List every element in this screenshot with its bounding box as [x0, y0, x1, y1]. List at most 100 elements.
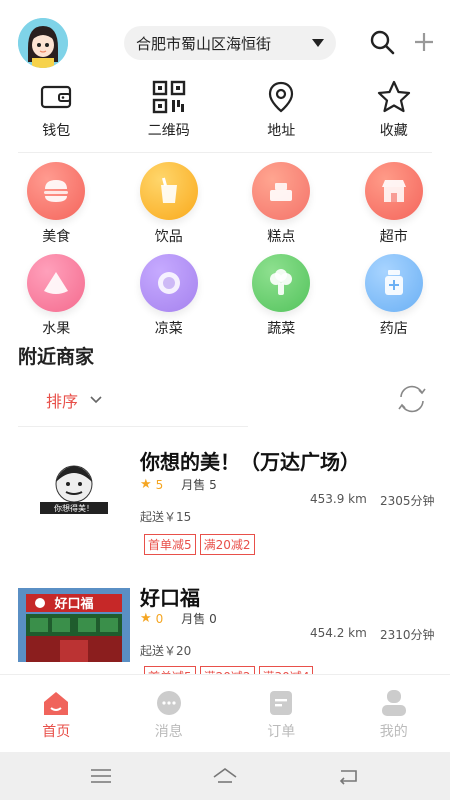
divider [18, 426, 248, 427]
wallet-icon [41, 85, 72, 109]
shop-distance: 454.2 km [310, 626, 367, 640]
quick-label: 收藏 [379, 123, 408, 139]
shop-delivery-time: 2310分钟 [380, 628, 435, 642]
tab-home[interactable]: 首页 [0, 675, 113, 752]
quick-address[interactable]: 地址 [225, 80, 338, 146]
profile-icon [381, 690, 406, 716]
burger-icon [27, 162, 86, 220]
category-label: 超市 [379, 229, 408, 245]
quick-label: 钱包 [42, 123, 71, 139]
store-icon [364, 162, 423, 220]
promo-tag: 首单减5 [144, 534, 196, 555]
category-drinks[interactable]: 饮品 [113, 162, 226, 246]
tab-label: 消息 [154, 724, 183, 740]
header: 合肥市蜀山区海恒街 [0, 0, 450, 80]
category-row: 美食 饮品 糕点 超市 [0, 162, 450, 246]
medicine-icon [364, 254, 423, 312]
shop-rating: 5 [155, 477, 164, 492]
tab-orders[interactable]: 订单 [225, 675, 338, 752]
message-icon [156, 691, 181, 715]
drink-icon [139, 162, 198, 220]
quick-favorites[interactable]: 收藏 [338, 80, 450, 146]
shop-tags: 首单减5 满20减2 满30减4 [144, 666, 317, 674]
shop-meta: ★ 0 月售 0 [140, 610, 217, 627]
bottom-nav: 首页 消息 订单 我的 [0, 674, 450, 752]
star-icon: ★ [140, 477, 152, 492]
menu-icon[interactable] [88, 765, 114, 787]
home-icon [44, 692, 69, 715]
location-selector[interactable]: 合肥市蜀山区海恒街 [124, 26, 336, 60]
quick-qrcode[interactable]: 二维码 [113, 80, 226, 146]
qrcode-icon [152, 80, 185, 114]
chevron-down-icon [90, 396, 102, 404]
quick-label: 地址 [267, 123, 296, 139]
location-pin-icon [269, 81, 294, 113]
order-icon [270, 691, 293, 715]
back-icon[interactable] [336, 765, 362, 787]
tab-messages[interactable]: 消息 [113, 675, 226, 752]
bowl-icon [139, 254, 198, 312]
thumb-caption: 好口福 [53, 596, 93, 612]
shop-name: 好口福 [140, 586, 200, 610]
divider [18, 152, 432, 153]
cake-icon [252, 162, 311, 220]
refresh-icon[interactable] [396, 383, 428, 415]
star-icon: ★ [140, 611, 152, 626]
category-label: 美食 [42, 229, 71, 245]
shop-min-order: 起送￥20 [140, 644, 192, 658]
category-vegetables[interactable]: 蔬菜 [225, 254, 338, 338]
category-fruit[interactable]: 水果 [0, 254, 113, 338]
category-food[interactable]: 美食 [0, 162, 113, 246]
system-nav-bar [0, 752, 450, 800]
category-label: 糕点 [267, 229, 296, 245]
tab-label: 首页 [42, 724, 71, 740]
avatar[interactable] [18, 18, 68, 68]
shop-card[interactable]: 你想得美！ 你想的美！（万达广场） ★ 5 月售 5 453.9 km 2305… [0, 440, 450, 560]
sort-label: 排序 [46, 392, 79, 411]
promo-tag: 满30减4 [258, 666, 314, 674]
thumb-caption: 你想得美！ [54, 503, 94, 513]
shop-tags: 首单减5 满20减2 [144, 534, 259, 555]
promo-tag: 首单减5 [144, 666, 196, 674]
tab-label: 订单 [267, 724, 296, 740]
category-row: 水果 凉菜 蔬菜 药店 [0, 254, 450, 338]
shop-card[interactable]: 好口福 好口福 ★ 0 月售 0 454.2 km 2310分钟 起送￥20 首… [0, 578, 450, 674]
shop-sales: 月售 0 [181, 612, 217, 626]
shop-sales: 月售 5 [181, 478, 217, 492]
caret-down-icon [312, 39, 324, 47]
search-icon[interactable] [368, 28, 396, 56]
location-text: 合肥市蜀山区海恒街 [136, 34, 272, 53]
shop-rating: 0 [155, 611, 164, 626]
category-supermarket[interactable]: 超市 [338, 162, 450, 246]
category-pharmacy[interactable]: 药店 [338, 254, 450, 338]
category-label: 蔬菜 [267, 321, 296, 337]
quick-label: 二维码 [147, 123, 190, 139]
sort-dropdown[interactable]: 排序 [46, 388, 102, 412]
shop-distance: 453.9 km [310, 492, 367, 506]
category-label: 水果 [42, 321, 71, 337]
category-pastry[interactable]: 糕点 [225, 162, 338, 246]
tab-label: 我的 [379, 724, 408, 740]
app-root: 合肥市蜀山区海恒街 钱包 二维码 地址 收藏 美食 饮品 糕点 超市 水果 凉菜… [0, 0, 450, 800]
shop-thumbnail: 你想得美！ [18, 454, 130, 528]
promo-tag: 满20减2 [199, 666, 255, 674]
quick-wallet[interactable]: 钱包 [0, 80, 113, 146]
watermelon-icon [27, 254, 86, 312]
home-button-icon[interactable] [209, 765, 241, 787]
shop-min-order: 起送￥15 [140, 510, 192, 524]
broccoli-icon [252, 254, 311, 312]
tab-profile[interactable]: 我的 [338, 675, 450, 752]
promo-tag: 满20减2 [199, 534, 255, 555]
star-icon [377, 80, 410, 113]
category-label: 药店 [379, 321, 408, 337]
category-label: 饮品 [154, 229, 183, 245]
section-title: 附近商家 [18, 346, 95, 368]
shop-delivery-time: 2305分钟 [380, 494, 435, 508]
shop-thumbnail: 好口福 [18, 588, 130, 662]
shop-name: 你想的美！（万达广场） [140, 450, 360, 474]
plus-icon[interactable] [410, 28, 438, 56]
category-label: 凉菜 [154, 321, 183, 337]
shop-meta: ★ 5 月售 5 [140, 476, 217, 493]
quick-actions: 钱包 二维码 地址 收藏 [0, 80, 450, 146]
category-cold-dishes[interactable]: 凉菜 [113, 254, 226, 338]
